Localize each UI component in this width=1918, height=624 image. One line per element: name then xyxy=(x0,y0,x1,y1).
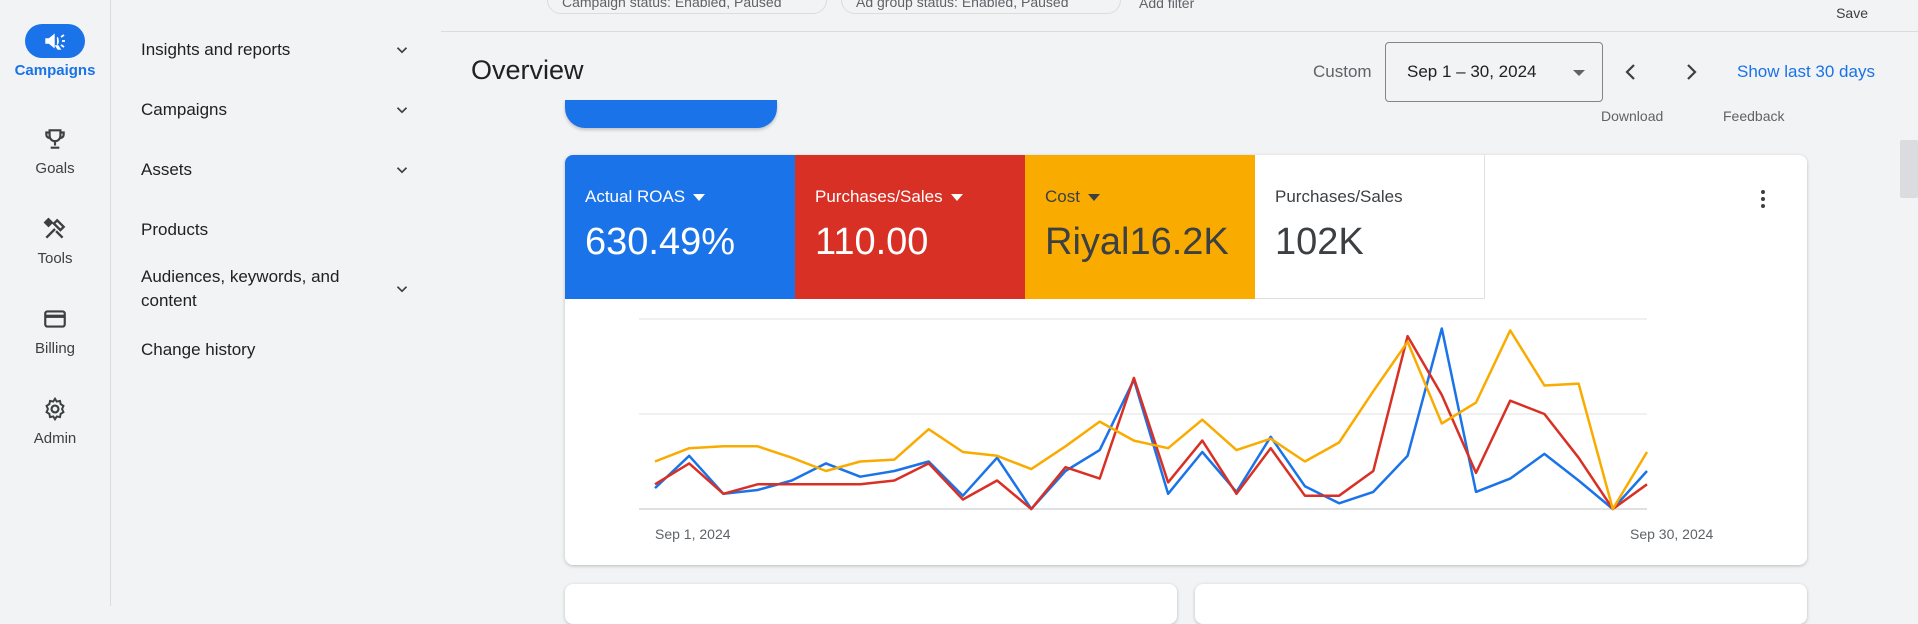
rail-item-billing[interactable]: Billing xyxy=(0,302,110,357)
rail-item-goals[interactable]: Goals xyxy=(0,122,110,177)
nav-item-label: Audiences, keywords, and content xyxy=(141,267,340,310)
caret-down-icon xyxy=(950,193,963,201)
metric-label: Purchases/Sales xyxy=(815,187,943,206)
chevron-down-icon xyxy=(396,167,408,174)
caret-down-icon xyxy=(1573,70,1585,76)
metric-actual-roas[interactable]: Actual ROAS 630.49% xyxy=(565,155,795,299)
line-chart xyxy=(639,318,1649,511)
chevron-down-icon xyxy=(396,107,408,114)
rail-item-admin[interactable]: Admin xyxy=(0,392,110,447)
custom-label: Custom xyxy=(1313,62,1372,81)
scrollbar[interactable] xyxy=(1900,140,1918,198)
save-link[interactable]: Save xyxy=(1836,5,1868,21)
nav-item-label: Products xyxy=(141,220,209,239)
more-options-icon[interactable] xyxy=(1751,187,1775,211)
rail-label: Admin xyxy=(33,430,77,447)
secondary-nav: Insights and reports Campaigns Assets Pr… xyxy=(111,0,441,606)
filter-bar: Campaign status: Enabled, Paused Ad grou… xyxy=(441,0,1918,32)
chevron-down-icon xyxy=(396,47,408,54)
nav-item-assets[interactable]: Assets xyxy=(141,158,411,182)
nav-item-label: Change history xyxy=(141,340,256,359)
metric-value: 110.00 xyxy=(815,221,929,263)
rail-label: Goals xyxy=(35,160,75,177)
nav-item-audiences[interactable]: Audiences, keywords, and content xyxy=(141,265,411,313)
metric-label: Purchases/Sales xyxy=(1275,187,1403,206)
nav-item-label: Assets xyxy=(141,160,193,179)
tools-icon xyxy=(25,212,85,246)
rail-item-tools[interactable]: Tools xyxy=(0,212,110,267)
nav-item-campaigns[interactable]: Campaigns xyxy=(141,98,411,122)
filter-chip-ad-group-status[interactable]: Ad group status: Enabled, Paused xyxy=(841,0,1121,14)
date-range-picker[interactable]: Sep 1 – 30, 2024 xyxy=(1385,42,1603,102)
chevron-down-icon xyxy=(396,286,408,293)
date-range-value: Sep 1 – 30, 2024 xyxy=(1407,62,1537,81)
new-campaign-button[interactable] xyxy=(565,100,777,128)
chevron-right-icon[interactable] xyxy=(1679,60,1703,84)
metric-label: Actual ROAS xyxy=(585,187,686,206)
nav-item-change-history[interactable]: Change history xyxy=(141,338,411,362)
caret-down-icon xyxy=(1087,193,1100,201)
metric-cost[interactable]: Cost Riyal16.2K xyxy=(1025,155,1255,299)
download-button[interactable]: Download xyxy=(1601,108,1663,124)
credit-card-icon xyxy=(25,302,85,336)
metric-purchases-sales-value[interactable]: Purchases/Sales 102K xyxy=(1255,155,1485,299)
caret-down-icon xyxy=(693,193,706,201)
feedback-button[interactable]: Feedback xyxy=(1723,108,1784,124)
rail-label: Tools xyxy=(37,250,73,267)
bottom-card-right xyxy=(1195,584,1807,624)
metric-purchases-sales[interactable]: Purchases/Sales 110.00 xyxy=(795,155,1025,299)
filter-chip-campaign-status[interactable]: Campaign status: Enabled, Paused xyxy=(547,0,827,14)
nav-item-label: Insights and reports xyxy=(141,40,291,59)
rail-label: Campaigns xyxy=(14,62,96,79)
metric-value: 102K xyxy=(1275,221,1364,263)
performance-card: Actual ROAS 630.49% Purchases/Sales 110.… xyxy=(565,155,1807,565)
show-last-30-days-link[interactable]: Show last 30 days xyxy=(1737,62,1875,82)
rail-item-campaigns[interactable]: Campaigns xyxy=(0,24,110,79)
metric-label: Cost xyxy=(1045,187,1080,206)
trophy-icon xyxy=(25,122,85,156)
nav-item-label: Campaigns xyxy=(141,100,227,119)
bottom-card-left xyxy=(565,584,1177,624)
nav-item-insights-and-reports[interactable]: Insights and reports xyxy=(141,38,411,62)
nav-item-products[interactable]: Products xyxy=(141,218,411,242)
icon-rail: Campaigns Goals Tools Billing Admin xyxy=(0,0,110,606)
metric-value: 630.49% xyxy=(585,221,736,263)
page-title: Overview xyxy=(471,55,584,85)
chevron-left-icon[interactable] xyxy=(1619,60,1643,84)
gear-icon xyxy=(25,392,85,426)
x-axis-start-label: Sep 1, 2024 xyxy=(655,526,731,542)
x-axis-end-label: Sep 30, 2024 xyxy=(1630,526,1714,542)
rail-label: Billing xyxy=(34,340,76,357)
add-filter-link[interactable]: Add filter xyxy=(1125,0,1225,14)
metric-value: Riyal16.2K xyxy=(1045,221,1229,263)
megaphone-icon xyxy=(25,24,85,58)
main-content: Campaign status: Enabled, Paused Ad grou… xyxy=(441,0,1918,624)
